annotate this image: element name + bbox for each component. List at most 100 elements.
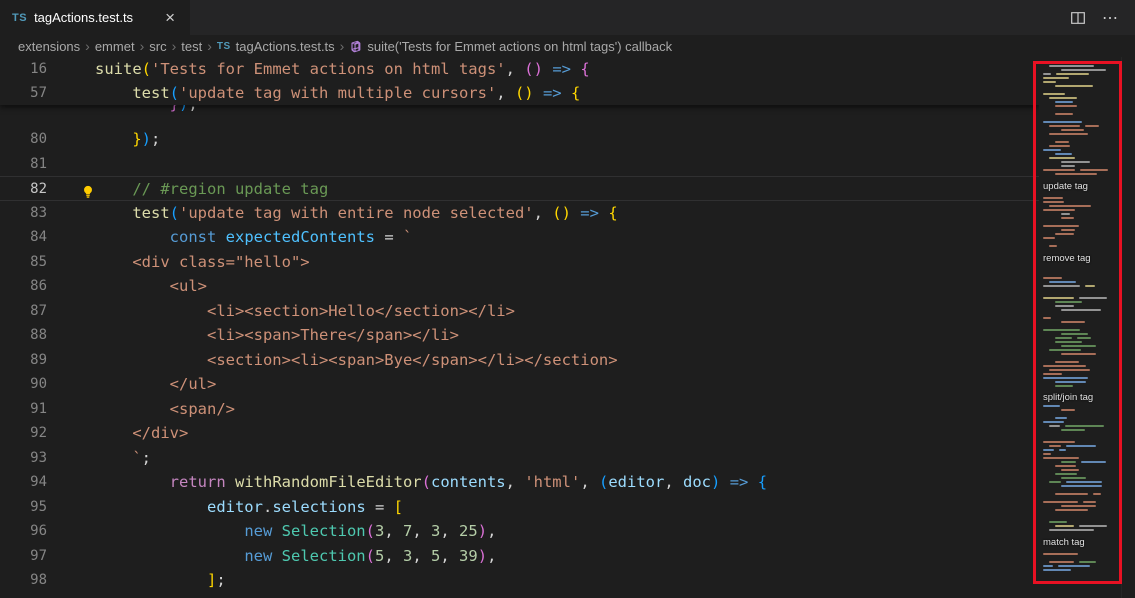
minimap-code-line xyxy=(1049,245,1057,247)
code-lines: 80 });8182 // #region update tag83 test(… xyxy=(0,127,1039,593)
minimap-code-line xyxy=(1043,169,1075,171)
gutter-decorations xyxy=(47,81,95,105)
code-token: } xyxy=(170,105,179,113)
vscode-window: TS tagActions.test.ts × ⋯ extensions › emm… xyxy=(0,0,1135,598)
minimap-section-label: match tag xyxy=(1043,537,1085,548)
minimap-code-line xyxy=(1043,121,1082,123)
code-token xyxy=(720,473,729,491)
code-line-57[interactable]: 57 test('update tag with multiple cursor… xyxy=(0,81,1039,105)
code-token: , xyxy=(412,547,431,565)
breadcrumb-item-extensions[interactable]: extensions xyxy=(18,39,80,54)
code-line-97[interactable]: 97 new Selection(5, 3, 5, 39), xyxy=(0,544,1039,569)
breadcrumb-item-src[interactable]: src xyxy=(149,39,166,54)
code-line-81[interactable]: 81 xyxy=(0,152,1039,177)
breadcrumb-item-test[interactable]: test xyxy=(181,39,202,54)
code-line-80[interactable]: 80 }); xyxy=(0,127,1039,152)
code-text: // #region update tag xyxy=(95,177,328,200)
code-token: , xyxy=(412,522,431,540)
minimap[interactable]: update tagremove tagsplit/join tagmatch … xyxy=(1039,57,1121,598)
code-token: <li><section>Hello</section></li> xyxy=(207,302,515,320)
vertical-scrollbar[interactable] xyxy=(1121,57,1135,598)
minimap-code-line xyxy=(1061,69,1106,71)
gutter-decorations xyxy=(47,201,95,226)
tab-tagactions-test-ts[interactable]: TS tagActions.test.ts × xyxy=(0,0,190,35)
line-number: 84 xyxy=(0,225,47,250)
code-token: test xyxy=(132,204,169,222)
code-area[interactable]: 16suite('Tests for Emmet actions on html… xyxy=(0,57,1039,598)
code-line-96[interactable]: 96 new Selection(3, 7, 3, 25), xyxy=(0,519,1039,544)
line-number: 92 xyxy=(0,421,47,446)
minimap-code-line xyxy=(1055,153,1072,155)
code-line[interactable]: }); xyxy=(0,105,1039,117)
code-token: // #region update tag xyxy=(132,180,328,198)
code-line-84[interactable]: 84 const expectedContents = ` xyxy=(0,225,1039,250)
code-line-16[interactable]: 16suite('Tests for Emmet actions on html… xyxy=(0,57,1039,81)
line-number: 96 xyxy=(0,519,47,544)
code-line-82[interactable]: 82 // #region update tag xyxy=(0,176,1039,201)
code-token: ; xyxy=(151,130,160,148)
code-token: { xyxy=(571,84,580,102)
code-token: => xyxy=(580,204,599,222)
code-token xyxy=(95,130,132,148)
code-token xyxy=(95,473,170,491)
code-line-88[interactable]: 88 <li><span>There</span></li> xyxy=(0,323,1039,348)
breadcrumb-item-suite[interactable]: suite('Tests for Emmet actions on html t… xyxy=(349,39,672,54)
code-text: <li><section>Hello</section></li> xyxy=(95,299,515,324)
code-token xyxy=(95,400,170,418)
code-token: = xyxy=(366,498,394,516)
minimap-code-line xyxy=(1055,113,1073,115)
minimap-code-line xyxy=(1066,445,1096,447)
line-number: 86 xyxy=(0,274,47,299)
line-number: 88 xyxy=(0,323,47,348)
tab-title: tagActions.test.ts xyxy=(34,10,133,25)
breadcrumb-label: suite('Tests for Emmet actions on html t… xyxy=(367,39,672,54)
minimap-code-line xyxy=(1085,285,1095,287)
code-line-86[interactable]: 86 <ul> xyxy=(0,274,1039,299)
gutter-decorations xyxy=(47,544,95,569)
code-token: 3 xyxy=(375,522,384,540)
minimap-code-line xyxy=(1049,157,1075,159)
editor-area: 16suite('Tests for Emmet actions on html… xyxy=(0,57,1135,598)
code-token: , xyxy=(440,547,459,565)
partially-covered-line: }); xyxy=(0,105,1039,127)
code-text: <span/> xyxy=(95,397,235,422)
code-line-94[interactable]: 94 return withRandomFileEditor(contents,… xyxy=(0,470,1039,495)
minimap-code-line xyxy=(1079,297,1107,299)
breadcrumb-item-emmet[interactable]: emmet xyxy=(95,39,135,54)
breadcrumb-label: tagActions.test.ts xyxy=(236,39,335,54)
chevron-right-icon: › xyxy=(172,39,177,53)
minimap-code-line xyxy=(1043,565,1053,567)
code-token: 5 xyxy=(431,547,440,565)
minimap-code-line xyxy=(1081,461,1106,463)
code-line-91[interactable]: 91 <span/> xyxy=(0,397,1039,422)
minimap-code-line xyxy=(1061,469,1079,471)
code-line-95[interactable]: 95 editor.selections = [ xyxy=(0,495,1039,520)
sticky-scroll[interactable]: 16suite('Tests for Emmet actions on html… xyxy=(0,57,1039,105)
code-line-93[interactable]: 93 `; xyxy=(0,446,1039,471)
code-line-90[interactable]: 90 </ul> xyxy=(0,372,1039,397)
minimap-code-line xyxy=(1049,205,1091,207)
minimap-code-line xyxy=(1061,345,1096,347)
code-token: => xyxy=(543,84,562,102)
split-editor-icon[interactable] xyxy=(1070,10,1086,26)
line-number: 95 xyxy=(0,495,47,520)
code-token: , xyxy=(440,522,459,540)
code-line-83[interactable]: 83 test('update tag with entire node sel… xyxy=(0,201,1039,226)
code-token: 3 xyxy=(403,547,412,565)
code-text: test('update tag with entire node select… xyxy=(95,201,618,226)
line-number: 91 xyxy=(0,397,47,422)
minimap-code-line xyxy=(1093,493,1101,495)
code-line-98[interactable]: 98 ]; xyxy=(0,568,1039,593)
close-icon[interactable]: × xyxy=(162,7,178,28)
gutter-decorations xyxy=(47,519,95,544)
minimap-section-label: split/join tag xyxy=(1043,392,1093,403)
line-number: 89 xyxy=(0,348,47,373)
code-line-92[interactable]: 92 </div> xyxy=(0,421,1039,446)
code-text: new Selection(3, 7, 3, 25), xyxy=(95,519,496,544)
code-line-85[interactable]: 85 <div class="hello"> xyxy=(0,250,1039,275)
more-actions-icon[interactable]: ⋯ xyxy=(1102,8,1119,28)
code-line-89[interactable]: 89 <section><li><span>Bye</span></li></s… xyxy=(0,348,1039,373)
breadcrumb-item-tagactions.test.ts[interactable]: TStagActions.test.ts xyxy=(217,39,335,54)
code-line-87[interactable]: 87 <li><section>Hello</section></li> xyxy=(0,299,1039,324)
code-token xyxy=(95,571,207,589)
